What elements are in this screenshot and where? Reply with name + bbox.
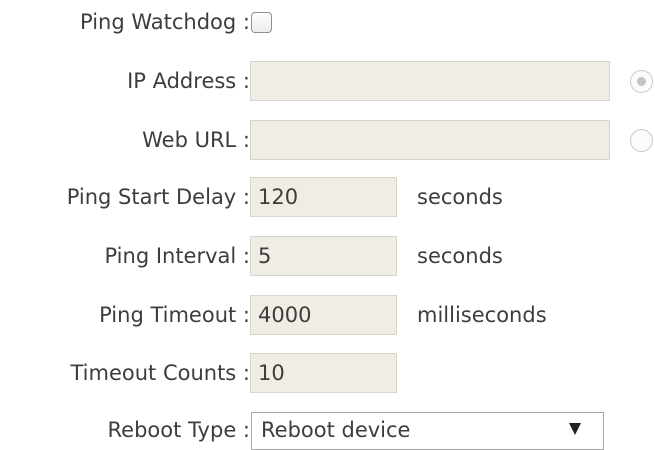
radio-selected-dot bbox=[637, 77, 646, 86]
ping-watchdog-row: Ping Watchdog : bbox=[0, 10, 655, 38]
ip-address-input[interactable] bbox=[250, 61, 610, 101]
ping-timeout-label: Ping Timeout : bbox=[99, 303, 250, 327]
web-url-input[interactable] bbox=[250, 120, 610, 160]
ping-timeout-unit: milliseconds bbox=[417, 303, 547, 327]
timeout-counts-input[interactable] bbox=[250, 353, 397, 393]
reboot-type-label: Reboot Type : bbox=[107, 418, 251, 442]
reboot-type-select[interactable]: Reboot device bbox=[251, 412, 604, 450]
ping-timeout-input[interactable] bbox=[250, 295, 397, 335]
reboot-type-row: Reboot Type : Reboot device bbox=[0, 412, 655, 450]
ip-address-label: IP Address : bbox=[127, 69, 250, 93]
ping-interval-input[interactable] bbox=[250, 236, 397, 276]
ping-start-delay-unit: seconds bbox=[417, 185, 503, 209]
ping-watchdog-checkbox[interactable] bbox=[251, 12, 272, 33]
reboot-type-selected-value: Reboot device bbox=[261, 418, 411, 442]
timeout-counts-label: Timeout Counts : bbox=[70, 361, 250, 385]
ping-start-delay-input[interactable] bbox=[250, 177, 397, 217]
ping-interval-unit: seconds bbox=[417, 244, 503, 268]
ping-interval-label: Ping Interval : bbox=[104, 244, 250, 268]
ping-timeout-row: Ping Timeout : milliseconds bbox=[0, 295, 655, 337]
ping-start-delay-label: Ping Start Delay : bbox=[66, 185, 250, 209]
ip-address-row: IP Address : bbox=[0, 61, 655, 103]
ping-watchdog-label: Ping Watchdog : bbox=[80, 10, 250, 34]
timeout-counts-row: Timeout Counts : bbox=[0, 353, 655, 395]
ping-interval-row: Ping Interval : seconds bbox=[0, 236, 655, 278]
web-url-radio[interactable] bbox=[630, 129, 653, 152]
web-url-row: Web URL : bbox=[0, 120, 655, 162]
dropdown-arrow-icon bbox=[569, 423, 581, 435]
ip-address-radio[interactable] bbox=[630, 70, 653, 93]
ping-start-delay-row: Ping Start Delay : seconds bbox=[0, 177, 655, 219]
web-url-label: Web URL : bbox=[142, 128, 250, 152]
